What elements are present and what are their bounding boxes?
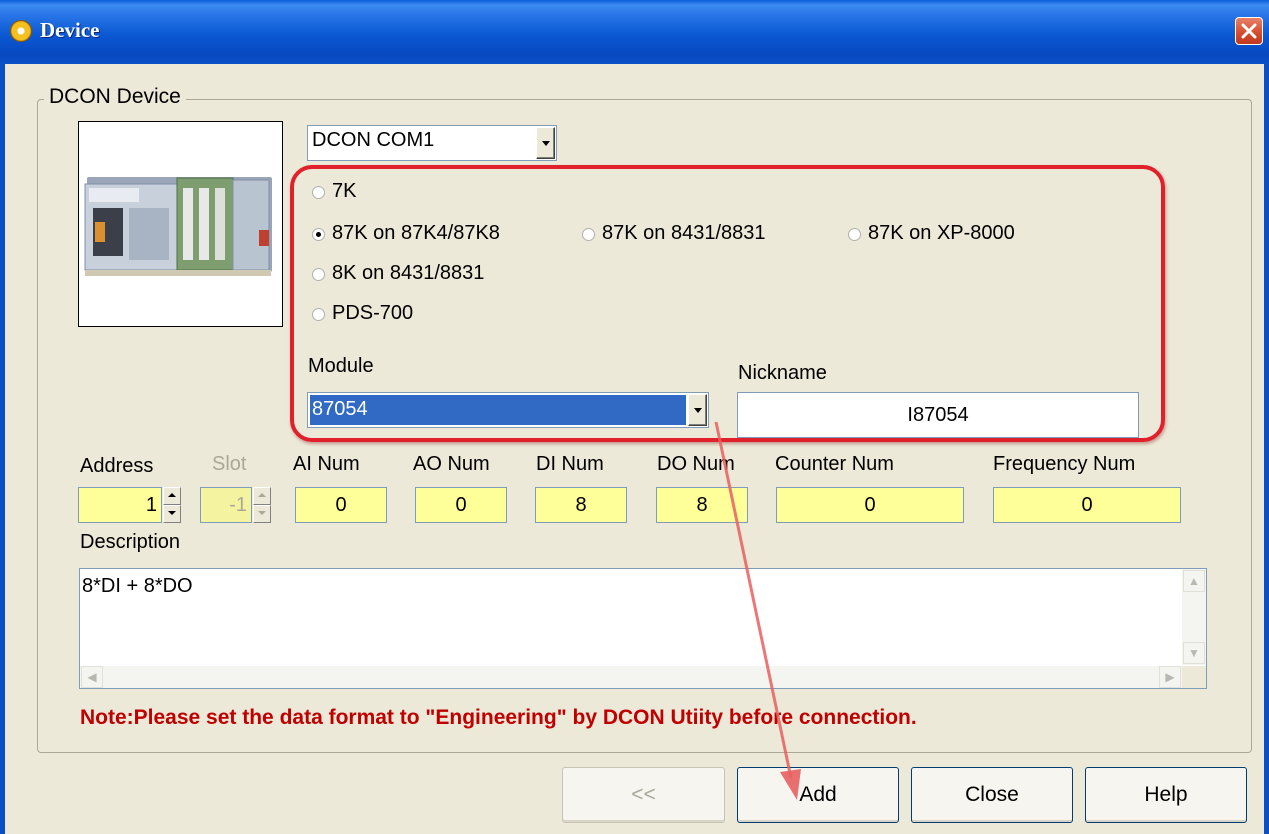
ai-num-label: AI Num [293, 453, 360, 475]
frequency-num-label: Frequency Num [993, 453, 1136, 475]
slot-down-arrow-icon [253, 505, 271, 523]
help-button[interactable]: Help [1085, 767, 1247, 823]
scroll-right-icon[interactable]: ▶ [1159, 666, 1181, 688]
counter-num-field[interactable]: 0 [776, 487, 964, 523]
com-port-dropdown-button[interactable] [536, 127, 555, 159]
address-down-arrow-icon[interactable] [163, 505, 181, 523]
di-num-field[interactable]: 8 [535, 487, 627, 523]
address-label: Address [80, 455, 154, 477]
close-button[interactable]: Close [911, 767, 1073, 823]
engineering-format-note: Note:Please set the data format to "Engi… [80, 706, 917, 729]
device-module-picture [84, 177, 272, 276]
description-label: Description [80, 531, 181, 553]
window-title: Device [40, 18, 100, 42]
window-border-left [0, 64, 5, 834]
annotation-highlight-box [290, 165, 1165, 442]
do-num-field[interactable]: 8 [656, 487, 748, 523]
app-icon [10, 20, 32, 42]
device-image [78, 121, 283, 327]
description-text: 8*DI + 8*DO [82, 575, 193, 597]
back-button: << [562, 767, 725, 823]
com-port-select[interactable]: DCON COM1 [307, 125, 557, 161]
address-spinner[interactable] [163, 487, 181, 523]
address-input[interactable]: 1 [78, 487, 162, 523]
scrollbar-corner [1182, 666, 1206, 688]
ao-num-label: AO Num [413, 453, 490, 475]
scroll-down-icon[interactable]: ▼ [1183, 642, 1205, 664]
scroll-left-icon[interactable]: ◀ [81, 666, 103, 688]
slot-up-arrow-icon [253, 487, 271, 505]
address-up-arrow-icon[interactable] [163, 487, 181, 505]
title-bar[interactable]: Device [0, 0, 1269, 64]
slot-input: -1 [200, 487, 252, 523]
add-button[interactable]: Add [737, 767, 899, 823]
close-icon [1241, 23, 1257, 39]
com-port-value: DCON COM1 [312, 129, 435, 151]
device-dialog: Device DCON Device DCON COM1 7K 87K on 8… [0, 0, 1269, 834]
ao-num-field[interactable]: 0 [415, 487, 507, 523]
chevron-down-icon [542, 141, 550, 146]
window-border-right [1264, 64, 1269, 834]
counter-num-label: Counter Num [775, 453, 894, 475]
group-title: DCON Device [44, 85, 186, 109]
scroll-up-icon[interactable]: ▲ [1183, 570, 1205, 592]
frequency-num-field[interactable]: 0 [993, 487, 1181, 523]
di-num-label: DI Num [536, 453, 604, 475]
vertical-scrollbar[interactable]: ▲ ▼ [1182, 569, 1206, 665]
horizontal-scrollbar[interactable]: ◀ ▶ [80, 666, 1182, 688]
do-num-label: DO Num [657, 453, 735, 475]
slot-spinner [253, 487, 271, 523]
close-window-button[interactable] [1235, 17, 1263, 45]
ai-num-field[interactable]: 0 [295, 487, 387, 523]
description-textarea[interactable]: 8*DI + 8*DO ▲ ▼ ◀ ▶ [79, 568, 1207, 689]
slot-label: Slot [212, 453, 247, 475]
